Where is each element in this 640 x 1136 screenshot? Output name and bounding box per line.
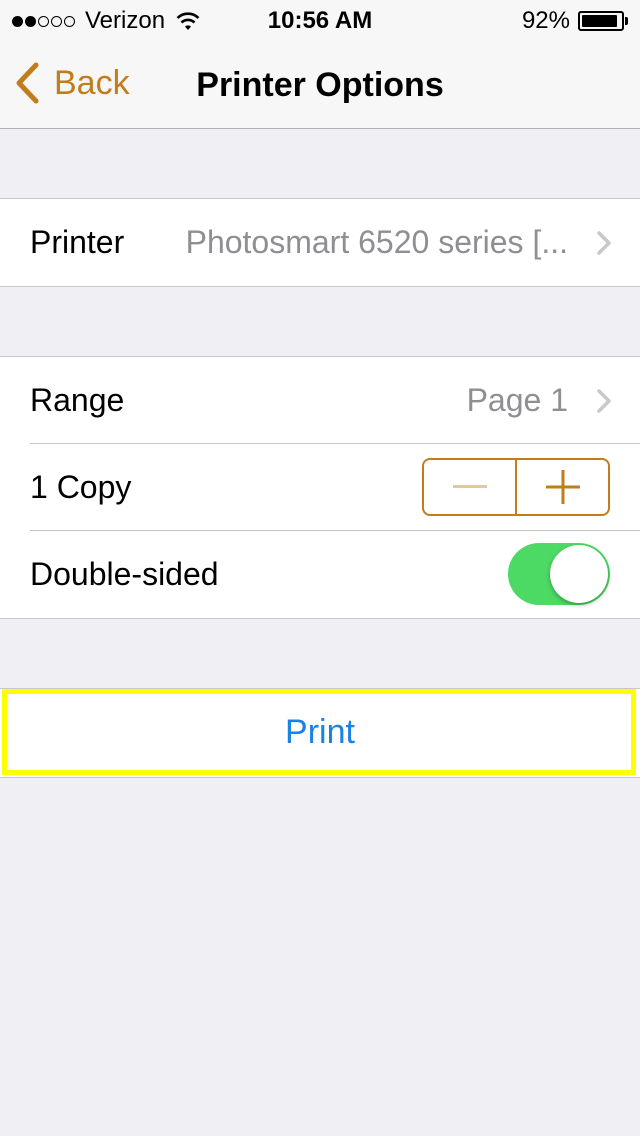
chevron-right-icon [597,389,611,413]
increment-button[interactable] [515,460,608,514]
range-label: Range [30,382,125,418]
options-group: Range Page 1 1 Copy Double-sided [0,356,640,619]
print-button[interactable]: Print [0,713,640,752]
double-sided-toggle[interactable] [508,543,610,605]
page-title: Printer Options [196,66,444,104]
double-sided-label: Double-sided [30,556,219,592]
copies-stepper [422,458,610,516]
status-right: 92% [522,7,628,35]
copies-label: 1 Copy [30,469,132,505]
range-row[interactable]: Range Page 1 [0,357,640,444]
chevron-right-icon [597,231,611,255]
battery-level-fill [582,15,617,27]
decrement-button[interactable] [424,460,515,514]
minus-icon [452,485,487,488]
battery-icon [578,11,624,31]
printer-label: Printer [30,224,125,260]
copies-row: 1 Copy [0,443,640,531]
navigation-bar: Back Printer Options [0,40,640,129]
printer-group: Printer Photosmart 6520 series [... [0,198,640,287]
toggle-knob [550,545,608,603]
double-sided-row: Double-sided [0,530,640,618]
printer-row[interactable]: Printer Photosmart 6520 series [... [0,199,640,286]
status-bar: Verizon 10:56 AM 92% [0,0,640,40]
battery-tip [625,17,628,25]
plus-icon [545,470,580,504]
printer-value: Photosmart 6520 series [... [185,224,568,260]
range-value: Page 1 [466,382,568,418]
battery-percent: 92% [521,7,570,34]
print-group: Print [0,688,640,778]
